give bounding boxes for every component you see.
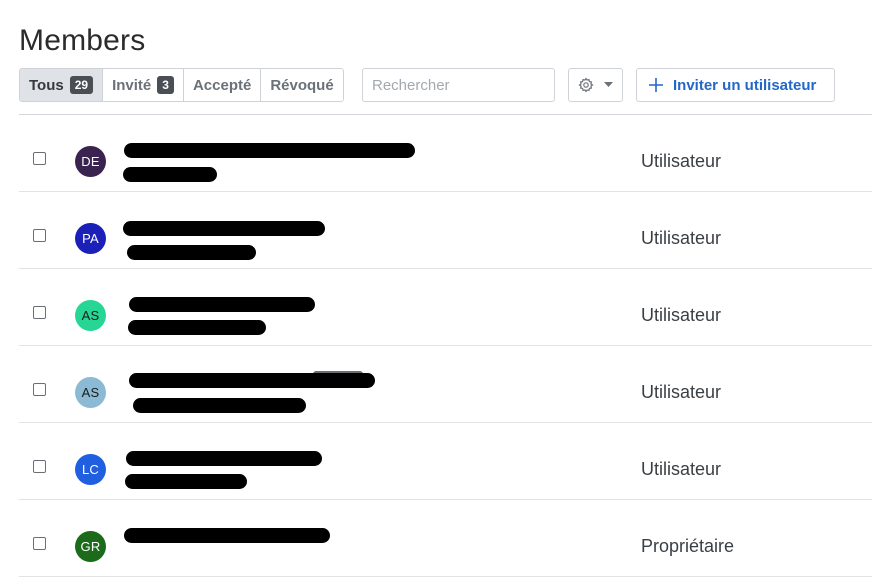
status-filter-group: Tous 29 Invité 3 Accepté Révoqué [19, 68, 344, 102]
count-badge: 29 [69, 76, 94, 94]
row-checkbox[interactable] [33, 537, 46, 550]
count-badge: 3 [157, 76, 174, 94]
page-title: Members [19, 24, 146, 57]
redacted-email [123, 167, 217, 182]
row-checkbox[interactable] [33, 229, 46, 242]
redacted-name [129, 297, 315, 312]
avatar: AS [75, 377, 106, 408]
member-role: Utilisateur [641, 382, 722, 402]
redacted-name [123, 221, 325, 236]
redacted-name [126, 451, 322, 466]
member-role: Utilisateur [641, 151, 722, 171]
filter-tab-label: Révoqué [270, 76, 334, 94]
filter-tab-revoked[interactable]: Révoqué [260, 69, 343, 101]
invite-button-label: Inviter un utilisateur [673, 76, 817, 94]
avatar: DE [75, 146, 106, 177]
row-checkbox[interactable] [33, 460, 46, 473]
filter-tab-label: Invité [112, 76, 152, 94]
member-row[interactable]: GR Propriétaire [19, 500, 872, 577]
avatar: LC [75, 454, 106, 485]
search-input[interactable] [362, 68, 555, 102]
gear-icon [578, 77, 594, 93]
avatar: AS [75, 300, 106, 331]
caret-down-icon [604, 82, 613, 87]
filter-tab-label: Accepté [192, 76, 252, 94]
row-checkbox[interactable] [33, 383, 46, 396]
redacted-email [128, 320, 266, 335]
plus-icon [649, 78, 663, 92]
invite-user-button[interactable]: Inviter un utilisateur [636, 68, 835, 102]
member-role: Utilisateur [641, 305, 722, 325]
filter-tab-all[interactable]: Tous 29 [20, 69, 103, 101]
redacted-email [133, 398, 306, 413]
member-role: Propriétaire [641, 536, 735, 556]
member-row[interactable]: PA Utilisateur [19, 192, 872, 269]
members-list: DE Utilisateur PA Utilisateur AS Utilisa… [19, 115, 872, 577]
filter-tab-label: Tous [29, 76, 64, 94]
settings-dropdown-button[interactable] [568, 68, 623, 102]
redacted-name [129, 373, 375, 388]
member-row[interactable]: DE Utilisateur [19, 115, 872, 192]
avatar: GR [75, 531, 106, 562]
redacted-email [127, 245, 256, 260]
redacted-email [125, 474, 247, 489]
redacted-name [124, 143, 415, 158]
redacted-name [124, 528, 330, 543]
row-checkbox[interactable] [33, 152, 46, 165]
filter-tab-invited[interactable]: Invité 3 [102, 69, 183, 101]
member-role: Utilisateur [641, 459, 722, 479]
avatar: PA [75, 223, 106, 254]
row-checkbox[interactable] [33, 306, 46, 319]
filter-tab-accepted[interactable]: Accepté [182, 69, 261, 101]
member-row[interactable]: AS Utilisateur [19, 269, 872, 346]
member-row[interactable]: LC Utilisateur [19, 423, 872, 500]
member-role: Utilisateur [641, 228, 722, 248]
member-row[interactable]: AS Utilisateur [19, 346, 872, 423]
